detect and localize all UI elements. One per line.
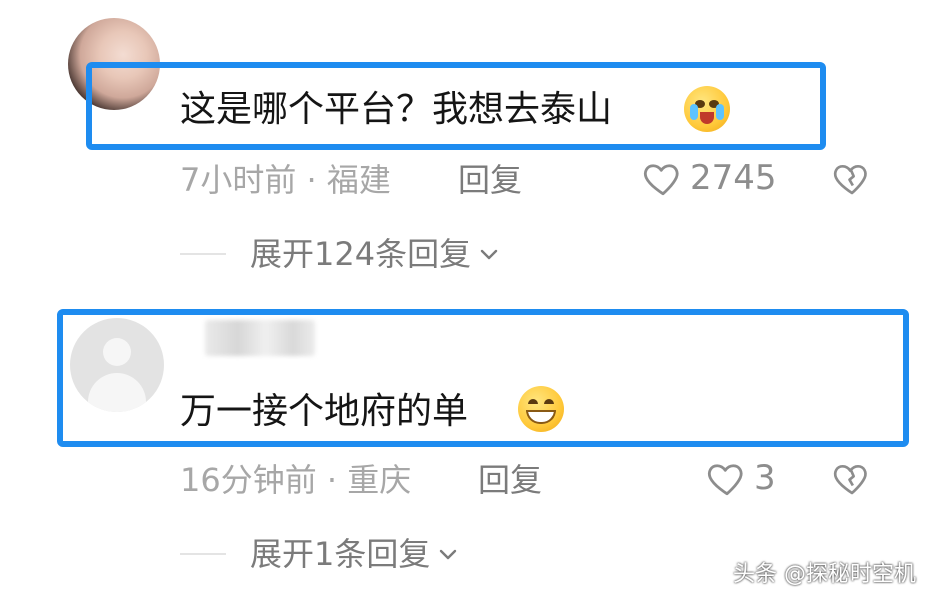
comment-section: 这是哪个平台？我想去泰山 7小时前 · 福建 回复 2745 展开124条回复 … [0,0,934,605]
like-button[interactable]: 3 [706,456,776,500]
chevron-down-icon [480,249,498,260]
like-button[interactable]: 2745 [642,156,777,200]
expand-replies-label: 展开124条回复 [250,235,472,273]
crying-laughing-emoji-icon [684,86,730,132]
heart-icon [643,164,679,196]
divider [180,253,226,255]
comment-time-location: 16分钟前 · 重庆 [180,461,412,499]
divider [180,553,226,555]
heart-icon [707,464,743,496]
like-count: 2745 [690,158,777,198]
broken-heart-icon[interactable] [832,158,872,198]
comment-text: 这是哪个平台？我想去泰山 [180,89,613,130]
like-count: 3 [754,458,776,498]
reply-button[interactable]: 回复 [458,160,522,200]
chevron-down-icon [440,549,457,560]
expand-replies-button[interactable]: 展开1条回复 [180,532,460,576]
comment-time-location: 7小时前 · 福建 [180,161,391,199]
grinning-emoji-icon [518,386,564,432]
expand-replies-label: 展开1条回复 [250,535,431,573]
reply-button[interactable]: 回复 [478,460,542,500]
broken-heart-icon[interactable] [832,458,872,498]
expand-replies-button[interactable]: 展开124条回复 [180,232,501,276]
watermark: 头条 @探秘时空机 [733,562,916,587]
comment-text: 万一接个地府的单 [180,391,469,432]
